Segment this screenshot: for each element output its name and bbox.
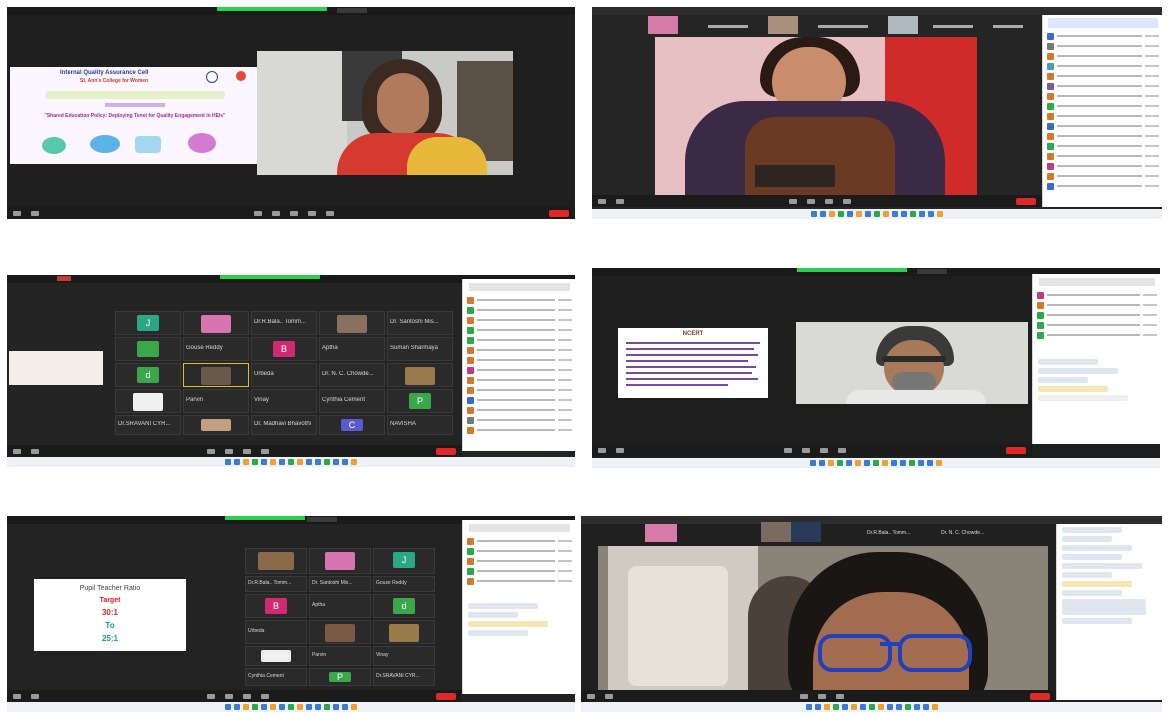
share-icon[interactable] <box>242 693 251 699</box>
zoom-window-1: Internal Quality Assurance Cell St. Ann'… <box>7 7 575 219</box>
thumb-name-2: Dr. N. C. Chowde... <box>941 530 985 536</box>
video-icon[interactable] <box>616 198 624 204</box>
slide-line-title: Pupil Teacher Ratio <box>79 585 141 592</box>
mute-icon[interactable] <box>13 448 21 454</box>
participants-icon[interactable] <box>799 693 808 699</box>
end-button[interactable] <box>1006 446 1026 454</box>
zoom-window-3: J Dr.R.Bala.. Tomm... Dr. Santoshi Mis..… <box>7 275 575 467</box>
participants-icon[interactable] <box>784 447 792 453</box>
zoom-title-bar <box>592 7 1162 15</box>
zoom-toolbar[interactable] <box>7 207 575 219</box>
speaker-video <box>257 51 513 175</box>
participants-icon[interactable] <box>206 448 215 454</box>
zoom-toolbar[interactable] <box>581 690 1056 702</box>
chat-panel[interactable] <box>1032 274 1160 444</box>
reactions-icon[interactable] <box>326 210 334 216</box>
chat-icon[interactable] <box>802 447 810 453</box>
share-icon[interactable] <box>820 447 828 453</box>
thumb-name-1: Dr.R.Bala.. Tomm... <box>867 530 911 536</box>
speaker-video <box>598 546 1048 704</box>
participants-panel[interactable] <box>462 279 575 451</box>
video-icon[interactable] <box>31 693 39 699</box>
shared-slide: Internal Quality Assurance Cell St. Ann'… <box>10 67 258 164</box>
slide-theme: "Shared Education Policy: Deploying Tene… <box>44 113 226 119</box>
video-icon[interactable] <box>31 210 39 216</box>
zoom-toolbar[interactable] <box>592 444 1032 456</box>
participants-panel[interactable] <box>1042 15 1162 207</box>
windows-taskbar <box>592 209 1162 219</box>
speaker-video <box>655 37 977 195</box>
participants-panel[interactable] <box>462 520 575 694</box>
slide-title: Internal Quality Assurance Cell <box>60 70 149 76</box>
chat-icon[interactable] <box>817 693 826 699</box>
participants-icon[interactable] <box>254 210 262 216</box>
windows-taskbar <box>581 702 1162 712</box>
chat-panel[interactable] <box>1056 524 1162 700</box>
share-icon[interactable] <box>290 210 298 216</box>
record-icon[interactable] <box>838 447 846 453</box>
zoom-toolbar[interactable] <box>592 195 1042 207</box>
record-icon[interactable] <box>308 210 316 216</box>
thumb-strip <box>648 16 1034 36</box>
slide-line-ratio-1: 30:1 <box>101 608 118 617</box>
zoom-window-6: Dr.R.Bala.. Tomm... Dr. N. C. Chowde... <box>581 516 1162 712</box>
share-icon[interactable] <box>835 693 844 699</box>
zoom-window-5: Pupil Teacher Ratio Target 30:1 To 25:1 … <box>7 516 575 712</box>
chat-icon[interactable] <box>224 448 233 454</box>
mute-icon[interactable] <box>598 198 606 204</box>
record-icon[interactable] <box>260 448 269 454</box>
video-icon[interactable] <box>31 448 39 454</box>
participants-icon[interactable] <box>789 198 797 204</box>
chat-icon[interactable] <box>272 210 280 216</box>
windows-taskbar <box>7 702 575 712</box>
chat-icon[interactable] <box>807 198 815 204</box>
video-icon[interactable] <box>605 693 613 699</box>
chat-icon[interactable] <box>224 693 233 699</box>
share-icon[interactable] <box>825 198 833 204</box>
end-button[interactable] <box>436 692 456 700</box>
shared-slide: NCERT <box>618 328 768 398</box>
gallery-grid: J Dr.R.Bala.. Tomm... Dr. Santoshi Mis..… <box>115 311 455 435</box>
record-icon[interactable] <box>260 693 269 699</box>
gallery-grid: J Dr.R.Bala.. Tomm... Dr. Santoshi Mis..… <box>245 548 435 686</box>
zoom-toolbar[interactable] <box>7 445 462 457</box>
speaker-video <box>796 322 1028 404</box>
participants-icon[interactable] <box>206 693 215 699</box>
thumb-strip: Dr.R.Bala.. Tomm... Dr. N. C. Chowde... <box>641 522 1021 544</box>
slide-line-ratio-2: 25:1 <box>101 634 118 643</box>
shared-slide: Pupil Teacher Ratio Target 30:1 To 25:1 <box>34 579 186 651</box>
video-icon[interactable] <box>616 447 624 453</box>
end-button[interactable] <box>549 209 569 217</box>
record-icon[interactable] <box>843 198 851 204</box>
mute-icon[interactable] <box>598 447 606 453</box>
mute-icon[interactable] <box>587 693 595 699</box>
share-icon[interactable] <box>242 448 251 454</box>
end-button[interactable] <box>1016 197 1036 205</box>
end-button[interactable] <box>1030 692 1050 700</box>
mute-icon[interactable] <box>13 210 21 216</box>
zoom-toolbar[interactable] <box>7 690 462 702</box>
slide-college: St. Ann's College for Women <box>80 78 149 84</box>
zoom-title-bar <box>7 7 575 15</box>
mute-icon[interactable] <box>13 693 21 699</box>
shared-screen-mini <box>9 351 103 385</box>
zoom-window-2 <box>592 7 1162 219</box>
windows-taskbar <box>592 458 1160 468</box>
slide-line-to: To <box>105 621 115 630</box>
slide-title: NCERT <box>682 331 704 337</box>
windows-taskbar <box>7 457 575 467</box>
slide-line-target: Target <box>99 597 121 604</box>
zoom-window-4: NCERT <box>592 268 1160 468</box>
end-button[interactable] <box>436 447 456 455</box>
